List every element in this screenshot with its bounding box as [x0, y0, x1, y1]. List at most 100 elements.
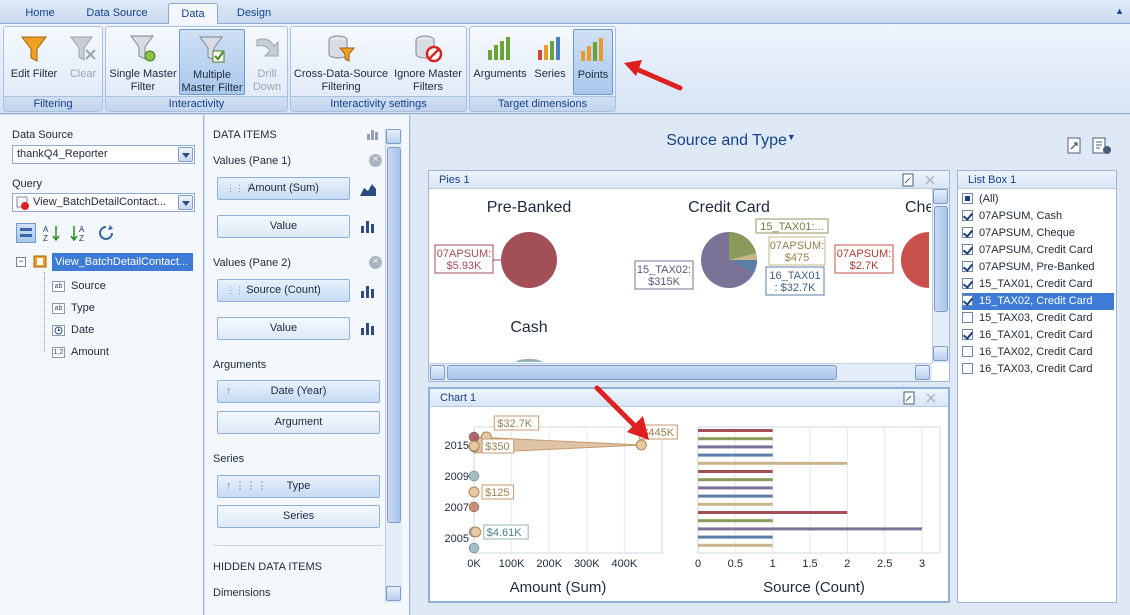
- pies-horizontal-scrollbar[interactable]: [429, 363, 932, 381]
- tree-field-amount[interactable]: 1,2 Amount: [52, 343, 109, 361]
- checkbox[interactable]: [962, 210, 973, 221]
- refresh-icon[interactable]: [96, 223, 116, 243]
- data-items-options-icon[interactable]: [365, 127, 381, 141]
- query-combo[interactable]: View_BatchDetailContact...: [12, 193, 195, 212]
- remove-pane2-icon[interactable]: ×: [369, 256, 382, 269]
- checkbox[interactable]: [962, 363, 973, 374]
- drill-down-button[interactable]: Drill Down: [247, 29, 287, 95]
- pie-credit-card[interactable]: [701, 232, 758, 288]
- ignore-master-filters-button[interactable]: Ignore Master Filters: [391, 29, 465, 95]
- tree-field-date[interactable]: Date: [52, 321, 94, 339]
- bar-chart-icon[interactable]: [359, 218, 377, 234]
- checkbox[interactable]: [962, 261, 973, 272]
- arguments-button[interactable]: Arguments: [472, 29, 528, 95]
- group-by-type-button[interactable]: [16, 223, 36, 243]
- argument-placeholder[interactable]: Argument: [217, 411, 380, 434]
- pie-cash[interactable]: [515, 358, 543, 362]
- x-axis-title: Amount (Sum): [510, 579, 607, 596]
- parameters-icon[interactable]: [1091, 137, 1113, 155]
- checkbox[interactable]: [962, 278, 973, 289]
- ribbon: Edit Filter Clear Filtering Single Maste…: [0, 24, 1130, 114]
- clear-selection-icon[interactable]: [923, 173, 937, 187]
- data-items-scrollbar[interactable]: [385, 129, 402, 603]
- checkbox[interactable]: [962, 193, 973, 204]
- single-master-filter-button[interactable]: Single Master Filter: [108, 29, 178, 95]
- scroll-right-icon[interactable]: [915, 365, 930, 380]
- export-icon[interactable]: [901, 173, 915, 187]
- pie-title-cash: Cash: [510, 319, 547, 336]
- tab-data[interactable]: Data: [168, 3, 218, 24]
- date-year-item[interactable]: ↑ Date (Year): [217, 380, 380, 403]
- cross-data-source-filtering-button[interactable]: Cross-Data-Source Filtering: [293, 29, 389, 95]
- svg-text:A: A: [43, 225, 49, 234]
- scroll-down-icon[interactable]: [386, 586, 401, 601]
- pie-pre-banked[interactable]: [501, 232, 557, 288]
- tree-field-type[interactable]: ab Type: [52, 299, 95, 317]
- list-box-item[interactable]: 16_TAX03, Credit Card: [962, 361, 1114, 378]
- amount-sum-item[interactable]: ⋮⋮⋮ Amount (Sum): [217, 177, 350, 200]
- series-button[interactable]: Series: [530, 29, 570, 95]
- collapse-ribbon-icon[interactable]: ▲: [1115, 6, 1124, 16]
- chevron-down-icon[interactable]: [178, 195, 193, 210]
- scroll-up-icon[interactable]: [933, 189, 948, 204]
- clock-field-icon: [52, 324, 65, 336]
- list-box-item[interactable]: 15_TAX03, Credit Card: [962, 310, 1114, 327]
- values-pane2-heading: Values (Pane 2): [213, 257, 292, 269]
- checkbox[interactable]: [962, 329, 973, 340]
- scroll-thumb[interactable]: [447, 365, 837, 380]
- data-source-panel: Data Source thankQ4_Reporter Query View_…: [0, 115, 204, 615]
- scroll-left-icon[interactable]: [430, 365, 445, 380]
- sort-az-icon[interactable]: AZ: [42, 223, 62, 243]
- value-placeholder-2[interactable]: Value: [217, 317, 350, 340]
- bar-chart-icon[interactable]: [359, 283, 377, 299]
- tab-data-source[interactable]: Data Source: [78, 3, 156, 24]
- checkbox[interactable]: [962, 312, 973, 323]
- checkbox[interactable]: [962, 295, 973, 306]
- tree-field-source[interactable]: ab Source: [52, 277, 106, 295]
- list-box-item[interactable]: 07APSUM, Credit Card: [962, 242, 1114, 259]
- source-count-item[interactable]: ⋮⋮⋮ Source (Count): [217, 279, 350, 302]
- scroll-up-icon[interactable]: [386, 129, 401, 144]
- series-placeholder[interactable]: Series: [217, 505, 380, 528]
- tree-collapse-icon[interactable]: −: [16, 257, 26, 267]
- tab-home[interactable]: Home: [14, 3, 66, 24]
- list-box-item-label: 16_TAX01, Credit Card: [979, 329, 1093, 341]
- clear-filter-button[interactable]: Clear: [64, 29, 102, 95]
- list-box-item[interactable]: 16_TAX02, Credit Card: [962, 344, 1114, 361]
- scroll-thumb[interactable]: [934, 206, 948, 312]
- list-box-item-label: 07APSUM, Cash: [979, 210, 1063, 222]
- pie-label-text: $5.93K: [447, 260, 483, 272]
- clear-selection-icon[interactable]: [924, 391, 938, 405]
- checkbox[interactable]: [962, 227, 973, 238]
- type-item[interactable]: ↑ ⋮⋮⋮ Type: [217, 475, 380, 498]
- points-button[interactable]: Points: [573, 29, 613, 95]
- list-box-item[interactable]: 07APSUM, Pre-Banked: [962, 259, 1114, 276]
- list-box-item[interactable]: 07APSUM, Cash: [962, 208, 1114, 225]
- area-chart-icon[interactable]: [359, 181, 377, 197]
- pie-cheque[interactable]: [901, 232, 929, 288]
- list-box-item[interactable]: (All): [962, 191, 1114, 208]
- list-box-item[interactable]: 16_TAX01, Credit Card: [962, 327, 1114, 344]
- multiple-master-filter-button[interactable]: Multiple Master Filter: [179, 29, 245, 95]
- string-field-icon: ab: [52, 280, 65, 292]
- export-icon[interactable]: [1066, 137, 1084, 155]
- tree-root-query[interactable]: View_BatchDetailContact...: [52, 253, 193, 271]
- tab-design[interactable]: Design: [224, 3, 284, 24]
- sort-za-icon[interactable]: AZ: [70, 223, 90, 243]
- checkbox[interactable]: [962, 346, 973, 357]
- edit-filter-button[interactable]: Edit Filter: [6, 29, 62, 95]
- scroll-thumb[interactable]: [387, 147, 401, 523]
- chevron-down-icon[interactable]: [178, 147, 193, 162]
- bar-chart-icon[interactable]: [359, 320, 377, 336]
- list-box-item[interactable]: 07APSUM, Cheque: [962, 225, 1114, 242]
- list-box-item[interactable]: 15_TAX02, Credit Card: [962, 293, 1114, 310]
- checkbox[interactable]: [962, 244, 973, 255]
- value-placeholder-1[interactable]: Value: [217, 215, 350, 238]
- remove-pane1-icon[interactable]: ×: [369, 154, 382, 167]
- export-icon[interactable]: [902, 391, 916, 405]
- ignore-filter-icon: [415, 35, 443, 63]
- list-box-item[interactable]: 15_TAX01, Credit Card: [962, 276, 1114, 293]
- data-source-combo[interactable]: thankQ4_Reporter: [12, 145, 195, 164]
- scroll-down-icon[interactable]: [933, 346, 948, 361]
- pies-vertical-scrollbar[interactable]: [932, 189, 949, 363]
